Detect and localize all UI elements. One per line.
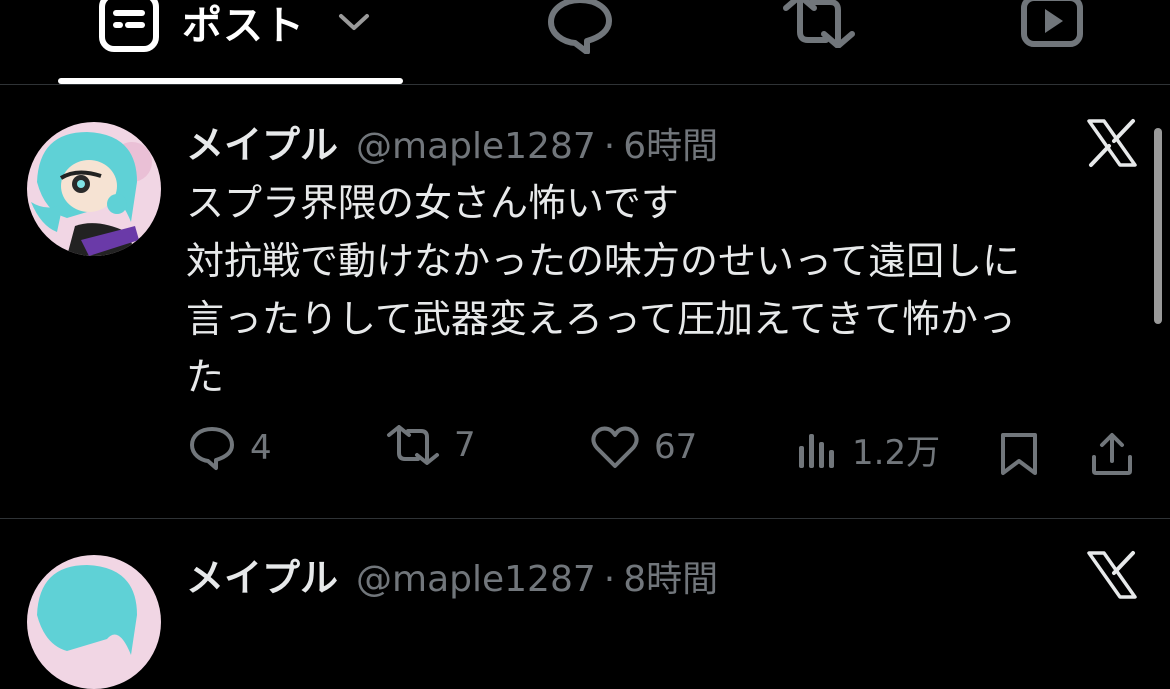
repost-count: 7: [454, 425, 476, 465]
display-name[interactable]: メイプル: [186, 547, 338, 602]
tweet-divider: [0, 518, 1170, 519]
like-button[interactable]: 67: [590, 425, 697, 469]
chevron-down-icon[interactable]: [337, 12, 371, 32]
tab-divider: [0, 84, 1170, 85]
tab-post[interactable]: ポスト: [98, 0, 371, 52]
x-logo-icon: [1087, 551, 1137, 599]
x-logo-icon: [1087, 119, 1137, 167]
repost-button[interactable]: 7: [386, 425, 476, 465]
tweet-text-line: 対抗戦で動けなかったの味方のせいって遠回しに: [186, 239, 1021, 283]
tweet-text-line: スプラ界隈の女さん怖いです: [186, 181, 679, 225]
views-button[interactable]: 1.2万: [796, 425, 940, 474]
reply-icon: [190, 427, 234, 470]
tweet-text-line: た: [186, 355, 225, 399]
bookmark-icon[interactable]: [998, 431, 1040, 477]
repost-icon: [387, 425, 439, 465]
reply-button[interactable]: 4: [188, 425, 272, 471]
separator-dot: ·: [603, 559, 616, 600]
tweet-header: メイプル @maple1287 · 6時間: [186, 114, 718, 169]
separator-dot: ·: [603, 126, 616, 167]
avatar[interactable]: [27, 555, 161, 689]
share-icon[interactable]: [1090, 431, 1134, 477]
tab-video-icon[interactable]: [1020, 0, 1084, 50]
view-count: 1.2万: [852, 433, 941, 473]
scrollbar[interactable]: [1154, 128, 1162, 324]
tab-repost-icon[interactable]: [782, 0, 856, 48]
post-feed-icon: [99, 0, 159, 52]
heart-icon: [591, 426, 639, 468]
reply-count: 4: [250, 428, 272, 468]
tab-post-label: ポスト: [182, 3, 305, 49]
tweet-text: スプラ界隈の女さん怖いです 対抗戦で動けなかったの味方のせいって遠回しに 言った…: [186, 174, 1116, 406]
tweet-actions: 4 7 67 1.2万: [0, 425, 1170, 485]
user-handle[interactable]: @maple1287: [356, 126, 596, 167]
timestamp[interactable]: 6時間: [623, 117, 718, 169]
timestamp[interactable]: 8時間: [623, 550, 718, 602]
user-handle[interactable]: @maple1287: [356, 559, 596, 600]
tweet-text-line: 言ったりして武器変えろって圧加えてきて怖かっ: [186, 297, 1016, 341]
tweet-header: メイプル @maple1287 · 8時間: [186, 547, 718, 602]
avatar[interactable]: [27, 122, 161, 256]
top-tab-bar: ポスト: [0, 0, 1170, 84]
display-name[interactable]: メイプル: [186, 114, 338, 169]
like-count: 67: [654, 427, 698, 467]
tab-replies-icon[interactable]: [545, 0, 615, 54]
analytics-icon: [799, 433, 834, 468]
